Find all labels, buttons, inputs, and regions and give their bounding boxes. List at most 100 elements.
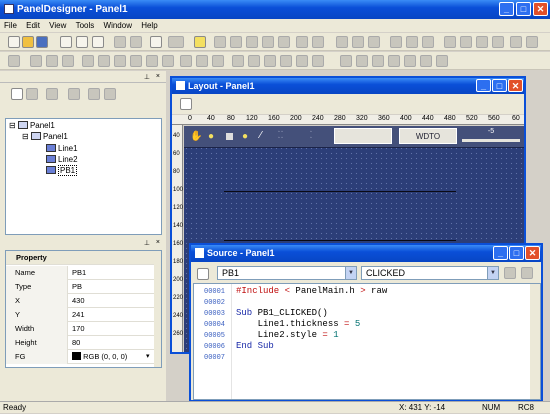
image-icon[interactable] [232,55,244,67]
pane-close-icon[interactable]: × [156,239,160,246]
ungroup-icon[interactable] [356,55,368,67]
paste-icon[interactable] [92,36,104,48]
pin-icon[interactable]: ⊥ [144,239,150,247]
button-icon[interactable] [162,55,174,67]
gauge-icon[interactable] [296,55,308,67]
copy-icon[interactable] [76,36,88,48]
layout-maximize-button[interactable]: □ [492,79,507,92]
line-icon[interactable] [180,55,192,67]
timer-icon[interactable] [312,55,324,67]
source-minimize-button[interactable]: _ [493,246,508,260]
layout-minimize-button[interactable]: _ [476,79,491,92]
cut-icon[interactable] [60,36,72,48]
label-icon[interactable] [46,55,58,67]
align-middle-icon[interactable] [406,36,418,48]
bulb-icon[interactable]: ● [208,131,214,142]
menu-help[interactable]: Help [141,21,157,30]
prop-row-name[interactable]: Name PB1 [6,266,156,280]
menu-tools[interactable]: Tools [76,21,95,30]
layout-close-button[interactable]: ✕ [508,79,523,92]
move-up-icon[interactable] [88,88,100,100]
canvas-button[interactable] [334,128,392,144]
align-center-icon[interactable] [352,36,364,48]
line2[interactable] [224,240,456,241]
code-scrollbar[interactable] [530,284,540,399]
event-select[interactable]: CLICKED ▼ [361,266,499,280]
radio-icon[interactable] [82,55,94,67]
prop-row-width[interactable]: Width 170 [6,322,156,336]
open-icon[interactable] [22,36,34,48]
object-select[interactable]: PB1 ▼ [217,266,357,280]
align-top-icon[interactable] [390,36,402,48]
menu-view[interactable]: View [49,21,66,30]
same-height-icon[interactable] [492,36,504,48]
pin-icon[interactable]: ⊥ [144,73,150,81]
hand-icon[interactable]: ✋ [190,131,202,142]
back-icon[interactable] [388,55,400,67]
square-icon[interactable] [226,133,233,140]
move-down-icon[interactable] [104,88,116,100]
align-bottom-icon[interactable] [422,36,434,48]
hand-icon[interactable] [278,36,290,48]
align-left-icon[interactable] [336,36,348,48]
chevron-down-icon[interactable]: ▼ [487,267,498,279]
menu-window[interactable]: Window [104,21,132,30]
minimize-button[interactable]: _ [499,2,514,16]
prop-row-height[interactable]: Height 80 [6,336,156,350]
menu-edit[interactable]: Edit [26,21,40,30]
pointer-icon[interactable] [262,36,274,48]
bar-icon[interactable] [280,55,292,67]
code-editor[interactable]: 00001 00002 00003 00004 00005 00006 0000… [193,283,541,400]
tree-item-pb1[interactable]: PB1 [46,165,78,176]
combo-icon[interactable] [130,55,142,67]
pen-icon[interactable]: ⁄ [260,130,262,141]
zoom-icon[interactable] [214,36,226,48]
space-v-icon[interactable] [460,36,472,48]
print-icon[interactable] [150,36,162,48]
tree-item-line1[interactable]: Line1 [46,144,78,153]
page-icon[interactable] [180,98,192,110]
number-icon[interactable] [62,55,74,67]
zoom-fit-icon[interactable] [246,36,258,48]
input-icon[interactable] [114,55,126,67]
tree-item-line2[interactable]: Line2 [46,155,78,164]
source-maximize-button[interactable]: □ [509,246,524,260]
new-icon[interactable] [8,36,20,48]
lock-icon[interactable] [436,55,448,67]
tree-panel[interactable]: ⊟ Panel1 [22,132,68,141]
ellipse-icon[interactable] [212,55,224,67]
menu-file[interactable]: File [4,21,17,30]
center-icon[interactable] [526,36,538,48]
forward-icon[interactable] [404,55,416,67]
rect-icon[interactable] [196,55,208,67]
radio-group[interactable]: ◦ ◦ ◦ ◦ [278,129,283,141]
frame-icon[interactable] [312,36,324,48]
bulb-icon[interactable]: ● [242,131,248,142]
space-h-icon[interactable] [444,36,456,48]
radio-group[interactable]: ◦ ◦ [310,129,312,141]
grid-scrollbar[interactable] [154,251,161,367]
indent-icon[interactable] [504,267,516,279]
list-view-icon[interactable] [26,88,38,100]
outdent-icon[interactable] [521,267,533,279]
tree-root[interactable]: ⊟ Panel1 [9,121,55,130]
prop-row-y[interactable]: Y 241 [6,308,156,322]
pane-close-icon[interactable]: × [156,73,160,80]
prop-row-fg[interactable]: FG RGB (0, 0, 0) ▾ [6,350,156,364]
align-right-icon[interactable] [368,36,380,48]
help-icon[interactable] [194,36,206,48]
undo-icon[interactable] [114,36,126,48]
table-icon[interactable] [248,55,260,67]
text-icon[interactable] [30,55,42,67]
tree-view-icon[interactable] [11,88,23,100]
backward-icon[interactable] [420,55,432,67]
prop-row-x[interactable]: X 430 [6,294,156,308]
close-button[interactable]: ✕ [533,2,548,16]
select-icon[interactable] [8,55,20,67]
prop-row-type[interactable]: Type PB [6,280,156,294]
front-icon[interactable] [372,55,384,67]
hierarchy-icon[interactable] [46,88,58,100]
chevron-down-icon[interactable]: ▼ [345,267,356,279]
group-icon[interactable] [340,55,352,67]
props-icon[interactable] [68,88,80,100]
